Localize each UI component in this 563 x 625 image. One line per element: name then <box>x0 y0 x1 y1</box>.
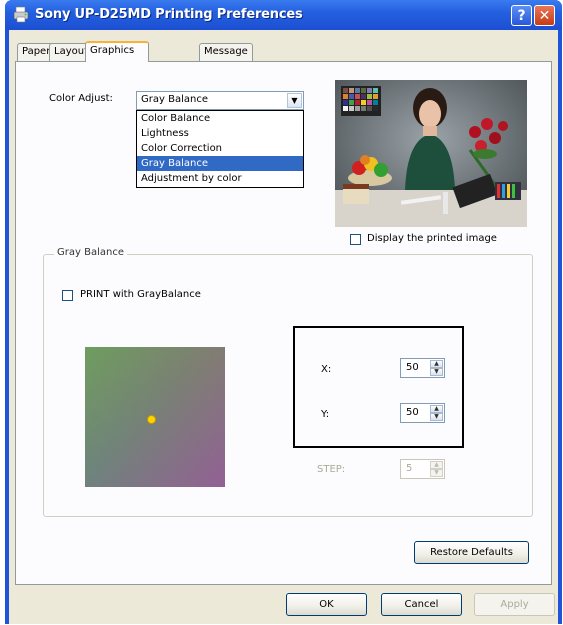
help-icon: ? <box>517 7 526 24</box>
preview-image <box>335 80 527 227</box>
step-value: 5 <box>406 463 413 474</box>
gray-balance-group-title: Gray Balance <box>54 247 127 258</box>
step-up-arrow-icon: ▲ <box>430 461 443 469</box>
y-up-arrow-icon[interactable]: ▲ <box>430 405 443 413</box>
color-adjust-selected: Gray Balance <box>141 94 208 105</box>
y-spinner[interactable]: 50 ▲ ▼ <box>400 403 445 423</box>
option-color-correction[interactable]: Color Correction <box>137 141 303 156</box>
option-lightness[interactable]: Lightness <box>137 126 303 141</box>
y-down-arrow-icon[interactable]: ▼ <box>430 413 443 421</box>
x-up-arrow-icon[interactable]: ▲ <box>430 360 443 368</box>
y-spinner-buttons: ▲ ▼ <box>430 405 443 421</box>
chevron-down-icon[interactable]: ▼ <box>287 93 302 108</box>
option-gray-balance[interactable]: Gray Balance <box>137 156 303 171</box>
title-bar[interactable]: Sony UP-D25MD Printing Preferences ? ✕ <box>5 0 562 30</box>
apply-button: Apply <box>474 593 555 616</box>
print-with-graybalance-checkbox[interactable] <box>62 290 73 301</box>
restore-defaults-button[interactable]: Restore Defaults <box>414 541 529 564</box>
xy-highlight-box <box>293 326 464 448</box>
x-label: X: <box>321 364 332 375</box>
close-icon: ✕ <box>538 7 551 24</box>
step-label: STEP: <box>317 464 346 475</box>
color-adjust-label: Color Adjust: <box>49 93 113 104</box>
color-adjust-dropdown[interactable]: Gray Balance ▼ <box>136 91 304 110</box>
step-down-arrow-icon: ▼ <box>430 469 443 477</box>
y-label: Y: <box>321 409 330 420</box>
y-value: 50 <box>406 407 419 418</box>
x-spinner-buttons: ▲ ▼ <box>430 360 443 376</box>
x-spinner[interactable]: 50 ▲ ▼ <box>400 358 445 378</box>
tab-graphics[interactable]: Graphics <box>85 41 149 62</box>
tab-message[interactable]: Message <box>199 43 253 61</box>
color-adjust-option-list: Color Balance Lightness Color Correction… <box>136 110 304 188</box>
help-button[interactable]: ? <box>511 5 532 26</box>
x-down-arrow-icon[interactable]: ▼ <box>430 368 443 376</box>
option-adjustment-by-color[interactable]: Adjustment by color <box>137 171 303 186</box>
printing-preferences-window: Sony UP-D25MD Printing Preferences ? ✕ P… <box>5 0 562 624</box>
gray-balance-marker[interactable] <box>147 415 156 424</box>
display-printed-image-label: Display the printed image <box>367 233 497 244</box>
option-color-balance[interactable]: Color Balance <box>137 111 303 126</box>
cancel-button[interactable]: Cancel <box>381 593 462 616</box>
printer-app-icon <box>13 6 29 23</box>
gray-balance-pad[interactable] <box>85 347 225 487</box>
close-button[interactable]: ✕ <box>534 5 555 26</box>
step-spinner: 5 ▲ ▼ <box>400 459 445 479</box>
step-spinner-buttons: ▲ ▼ <box>430 461 443 477</box>
ok-button[interactable]: OK <box>286 593 367 616</box>
window-title: Sony UP-D25MD Printing Preferences <box>35 7 303 22</box>
display-printed-image-checkbox[interactable] <box>350 234 361 245</box>
print-with-graybalance-label: PRINT with GrayBalance <box>80 289 201 300</box>
x-value: 50 <box>406 362 419 373</box>
